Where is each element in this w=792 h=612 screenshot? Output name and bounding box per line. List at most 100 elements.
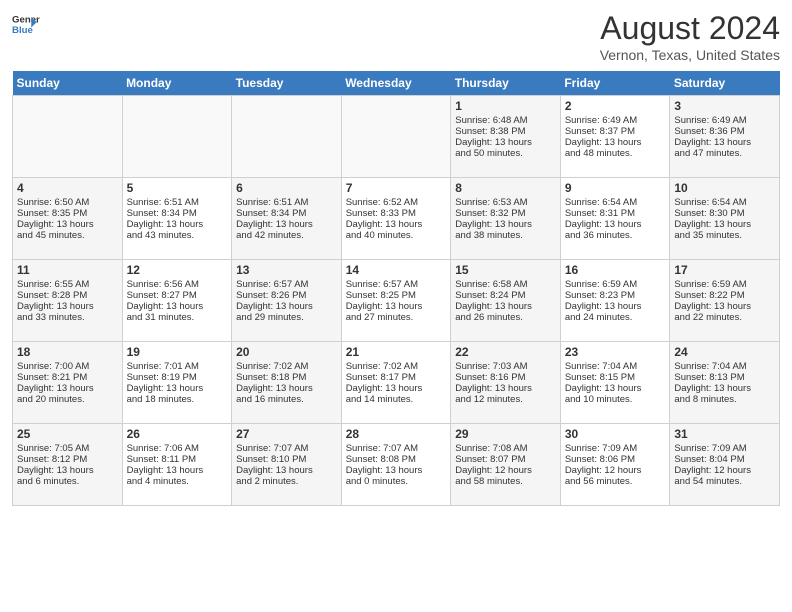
day-info-line: Sunrise: 7:09 AM [674,443,775,454]
day-number: 11 [17,263,118,277]
day-info-line: Sunrise: 7:05 AM [17,443,118,454]
day-number: 24 [674,345,775,359]
day-info-line: Sunrise: 7:04 AM [565,361,666,372]
cell-1-3: 7Sunrise: 6:52 AMSunset: 8:33 PMDaylight… [341,178,451,260]
day-number: 14 [346,263,447,277]
day-number: 10 [674,181,775,195]
week-row-2: 4Sunrise: 6:50 AMSunset: 8:35 PMDaylight… [13,178,780,260]
day-number: 22 [455,345,556,359]
day-info-line: and 58 minutes. [455,476,556,487]
day-info-line: and 48 minutes. [565,148,666,159]
cell-0-1 [122,96,232,178]
header-thursday: Thursday [451,71,561,96]
cell-3-0: 18Sunrise: 7:00 AMSunset: 8:21 PMDayligh… [13,342,123,424]
day-number: 18 [17,345,118,359]
day-info-line: Daylight: 13 hours [565,137,666,148]
day-info-line: and 47 minutes. [674,148,775,159]
day-info-line: Sunrise: 6:49 AM [565,115,666,126]
day-info-line: Daylight: 13 hours [127,301,228,312]
cell-1-5: 9Sunrise: 6:54 AMSunset: 8:31 PMDaylight… [560,178,670,260]
day-info-line: Sunrise: 6:48 AM [455,115,556,126]
day-info-line: Daylight: 13 hours [346,219,447,230]
day-info-line: and 6 minutes. [17,476,118,487]
day-info-line: Sunset: 8:31 PM [565,208,666,219]
day-info-line: Sunset: 8:15 PM [565,372,666,383]
day-info-line: Sunrise: 6:51 AM [236,197,337,208]
day-info-line: Sunset: 8:07 PM [455,454,556,465]
svg-text:Blue: Blue [12,25,33,36]
day-info-line: Daylight: 13 hours [455,383,556,394]
day-info-line: Sunset: 8:37 PM [565,126,666,137]
day-info-line: Sunset: 8:11 PM [127,454,228,465]
day-info-line: Daylight: 13 hours [565,219,666,230]
day-number: 12 [127,263,228,277]
day-info-line: and 33 minutes. [17,312,118,323]
day-info-line: Sunset: 8:30 PM [674,208,775,219]
day-info-line: Sunset: 8:21 PM [17,372,118,383]
page-container: General Blue August 2024 Vernon, Texas, … [0,0,792,514]
week-row-5: 25Sunrise: 7:05 AMSunset: 8:12 PMDayligh… [13,424,780,506]
day-info-line: Daylight: 13 hours [565,383,666,394]
day-info-line: and 31 minutes. [127,312,228,323]
cell-4-2: 27Sunrise: 7:07 AMSunset: 8:10 PMDayligh… [232,424,342,506]
day-number: 19 [127,345,228,359]
cell-0-5: 2Sunrise: 6:49 AMSunset: 8:37 PMDaylight… [560,96,670,178]
day-info-line: Daylight: 13 hours [236,301,337,312]
day-info-line: and 22 minutes. [674,312,775,323]
day-info-line: and 14 minutes. [346,394,447,405]
day-info-line: Sunrise: 6:58 AM [455,279,556,290]
day-info-line: Daylight: 13 hours [346,301,447,312]
day-info-line: Sunrise: 6:53 AM [455,197,556,208]
day-info-line: Sunset: 8:22 PM [674,290,775,301]
day-number: 27 [236,427,337,441]
week-row-3: 11Sunrise: 6:55 AMSunset: 8:28 PMDayligh… [13,260,780,342]
cell-4-1: 26Sunrise: 7:06 AMSunset: 8:11 PMDayligh… [122,424,232,506]
cell-0-3 [341,96,451,178]
header-monday: Monday [122,71,232,96]
day-info-line: Sunset: 8:33 PM [346,208,447,219]
cell-1-2: 6Sunrise: 6:51 AMSunset: 8:34 PMDaylight… [232,178,342,260]
cell-2-4: 15Sunrise: 6:58 AMSunset: 8:24 PMDayligh… [451,260,561,342]
cell-2-0: 11Sunrise: 6:55 AMSunset: 8:28 PMDayligh… [13,260,123,342]
day-info-line: Daylight: 13 hours [17,465,118,476]
day-info-line: Sunrise: 6:49 AM [674,115,775,126]
day-info-line: and 18 minutes. [127,394,228,405]
day-number: 30 [565,427,666,441]
day-info-line: and 26 minutes. [455,312,556,323]
cell-0-6: 3Sunrise: 6:49 AMSunset: 8:36 PMDaylight… [670,96,780,178]
day-info-line: Daylight: 13 hours [17,301,118,312]
day-info-line: Sunset: 8:34 PM [127,208,228,219]
day-info-line: Sunset: 8:04 PM [674,454,775,465]
day-info-line: Sunset: 8:23 PM [565,290,666,301]
subtitle: Vernon, Texas, United States [600,47,780,63]
day-info-line: Sunrise: 6:54 AM [565,197,666,208]
day-info-line: Sunrise: 6:59 AM [565,279,666,290]
day-info-line: Sunrise: 6:51 AM [127,197,228,208]
cell-2-5: 16Sunrise: 6:59 AMSunset: 8:23 PMDayligh… [560,260,670,342]
day-number: 20 [236,345,337,359]
day-info-line: Sunset: 8:08 PM [346,454,447,465]
header-sunday: Sunday [13,71,123,96]
day-info-line: Sunset: 8:25 PM [346,290,447,301]
day-info-line: Sunrise: 7:03 AM [455,361,556,372]
day-number: 17 [674,263,775,277]
header-friday: Friday [560,71,670,96]
day-info-line: and 45 minutes. [17,230,118,241]
day-info-line: Daylight: 13 hours [236,465,337,476]
day-info-line: Sunset: 8:17 PM [346,372,447,383]
day-number: 13 [236,263,337,277]
day-info-line: Daylight: 13 hours [674,219,775,230]
day-info-line: and 38 minutes. [455,230,556,241]
cell-4-0: 25Sunrise: 7:05 AMSunset: 8:12 PMDayligh… [13,424,123,506]
day-number: 29 [455,427,556,441]
day-info-line: and 54 minutes. [674,476,775,487]
day-info-line: Sunset: 8:27 PM [127,290,228,301]
cell-1-6: 10Sunrise: 6:54 AMSunset: 8:30 PMDayligh… [670,178,780,260]
day-info-line: Sunset: 8:16 PM [455,372,556,383]
day-info-line: Sunset: 8:24 PM [455,290,556,301]
cell-4-3: 28Sunrise: 7:07 AMSunset: 8:08 PMDayligh… [341,424,451,506]
cell-3-1: 19Sunrise: 7:01 AMSunset: 8:19 PMDayligh… [122,342,232,424]
day-info-line: and 2 minutes. [236,476,337,487]
main-title: August 2024 [600,10,780,47]
day-info-line: Sunset: 8:10 PM [236,454,337,465]
